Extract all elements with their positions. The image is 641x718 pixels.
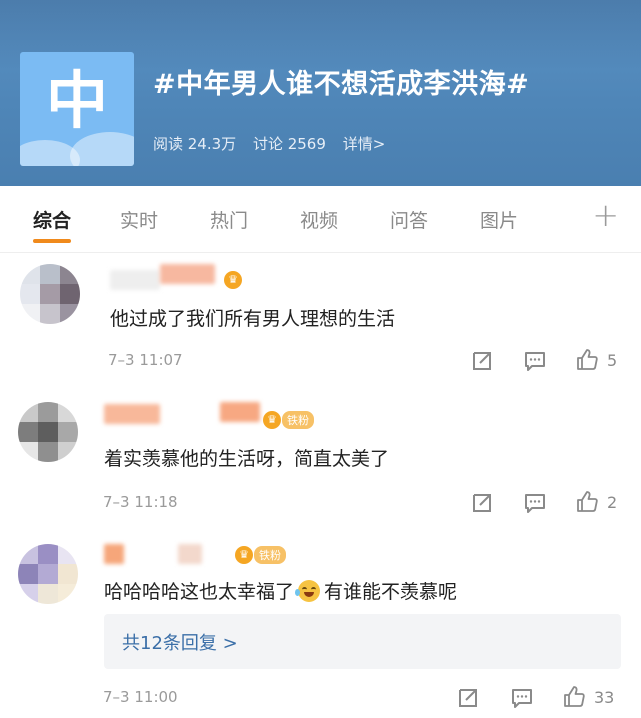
tab-qa[interactable]: 问答 [390,206,428,233]
username-blurred[interactable] [160,264,215,284]
tab-comprehensive[interactable]: 综合 [33,206,71,233]
username-blurred[interactable] [110,270,160,290]
tab-realtime[interactable]: 实时 [120,206,158,233]
topic-header: 中 #中年男人谁不想活成李洪海# 阅读 24.3万 讨论 2569 详情> [0,0,641,186]
username-blurred[interactable] [178,544,202,564]
comment-text: 哈哈哈哈这也太幸福了 有谁能不羡慕呢 [104,577,457,604]
comment-icon[interactable] [523,491,547,515]
add-tab-icon[interactable]: + [592,196,619,234]
logo-cloud-right [70,132,134,166]
crown-icon: ♛ [224,271,242,289]
comment-item: ♛ 铁粉 哈哈哈哈这也太幸福了 有谁能不羡慕呢 共12条回复 > 7–3 11:0… [0,532,641,718]
discussion-count: 讨论 2569 [252,135,326,153]
comment-text: 他过成了我们所有男人理想的生活 [110,308,396,330]
fan-badge-label: 铁粉 [282,411,314,429]
comment-icon[interactable] [523,349,547,373]
fan-badge: ♛ 铁粉 [263,409,314,431]
comment-text-part: 有谁能不羡慕呢 [324,581,458,603]
avatar[interactable] [18,544,78,604]
logo-char: 中 [45,64,108,137]
username-blurred[interactable] [220,402,260,422]
fan-badge: ♛ 铁粉 [235,544,286,566]
crown-icon: ♛ [263,411,281,429]
comment-time: 7–3 11:00 [103,688,178,706]
laughing-tears-emoji-icon [295,580,321,602]
fan-badge-label: 铁粉 [254,546,286,564]
topic-title: #中年男人谁不想活成李洪海# [153,69,530,100]
avatar[interactable] [20,264,80,324]
comment-item: ♛ 他过成了我们所有男人理想的生活 7–3 11:07 5 [0,252,641,392]
like-count: 5 [607,351,618,370]
username-blurred[interactable] [104,404,160,424]
like-icon[interactable] [562,685,586,709]
comment-item: ♛ 铁粉 着实羡慕他的生活呀，简直太美了 7–3 11:18 2 [0,392,641,532]
like-count: 33 [594,688,615,707]
comment-text: 着实羡慕他的生活呀，简直太美了 [104,448,390,470]
share-icon[interactable] [470,349,494,373]
comment-time: 7–3 11:18 [103,493,178,511]
share-icon[interactable] [456,686,480,710]
like-count: 2 [607,493,618,512]
topic-logo: 中 [20,52,134,166]
comment-time: 7–3 11:07 [108,351,183,369]
avatar[interactable] [18,402,78,462]
details-link[interactable]: 详情> [343,135,386,153]
share-icon[interactable] [470,491,494,515]
fan-badge: ♛ [224,269,242,291]
like-icon[interactable] [575,490,599,514]
active-tab-indicator [33,239,71,243]
tab-bar: 综合 实时 热门 视频 问答 图片 + [0,186,641,253]
topic-stats: 阅读 24.3万 讨论 2569 详情> [153,133,397,154]
username-blurred[interactable] [104,544,124,564]
tab-images[interactable]: 图片 [480,206,518,233]
tab-video[interactable]: 视频 [300,206,338,233]
read-count: 阅读 24.3万 [153,135,237,153]
comment-text-part: 哈哈哈哈这也太幸福了 [104,581,295,603]
comment-icon[interactable] [510,686,534,710]
like-icon[interactable] [575,348,599,372]
tab-hot[interactable]: 热门 [210,206,248,233]
replies-box[interactable]: 共12条回复 > [104,614,621,669]
crown-icon: ♛ [235,546,253,564]
view-replies-link[interactable]: 共12条回复 > [122,629,238,655]
